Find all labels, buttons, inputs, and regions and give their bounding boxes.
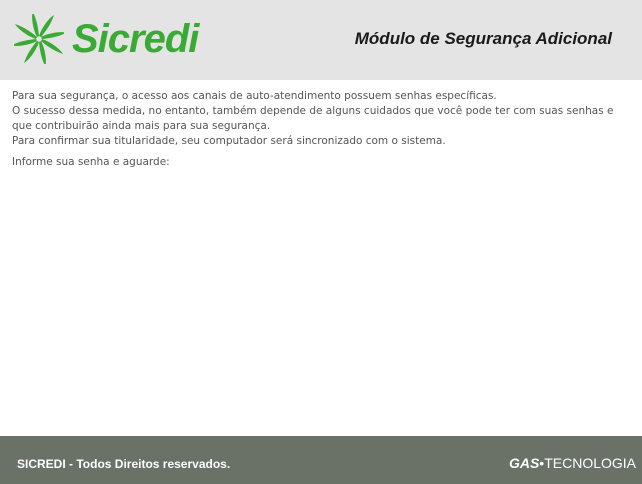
main-content: Para sua segurança, o acesso aos canais … <box>12 89 634 170</box>
security-paragraph-3: Para confirmar sua titularidade, seu com… <box>12 135 446 147</box>
module-title: Módulo de Segurança Adicional <box>354 29 612 48</box>
footer: SICREDI - Todos Direitos reservados. GAS… <box>0 436 642 484</box>
logo-wordmark: Sicredi <box>72 17 199 61</box>
sicredi-pinwheel-icon <box>14 14 64 64</box>
vendor-tecnologia-text: TECNOLOGIA <box>544 455 636 471</box>
sicredi-logo: Sicredi <box>14 14 199 64</box>
header: Sicredi Módulo de Segurança Adicional <box>0 0 642 80</box>
password-prompt: Informe sua senha e aguarde: <box>12 156 170 168</box>
vendor-gas-text: GAS <box>508 455 540 471</box>
security-paragraph-2: O sucesso dessa medida, no entanto, tamb… <box>12 105 614 132</box>
copyright-text: SICREDI - Todos Direitos reservados. <box>17 457 231 471</box>
vendor-logo: GAS•TECNOLOGIA <box>509 455 636 471</box>
security-paragraph-1: Para sua segurança, o acesso aos canais … <box>12 90 497 102</box>
